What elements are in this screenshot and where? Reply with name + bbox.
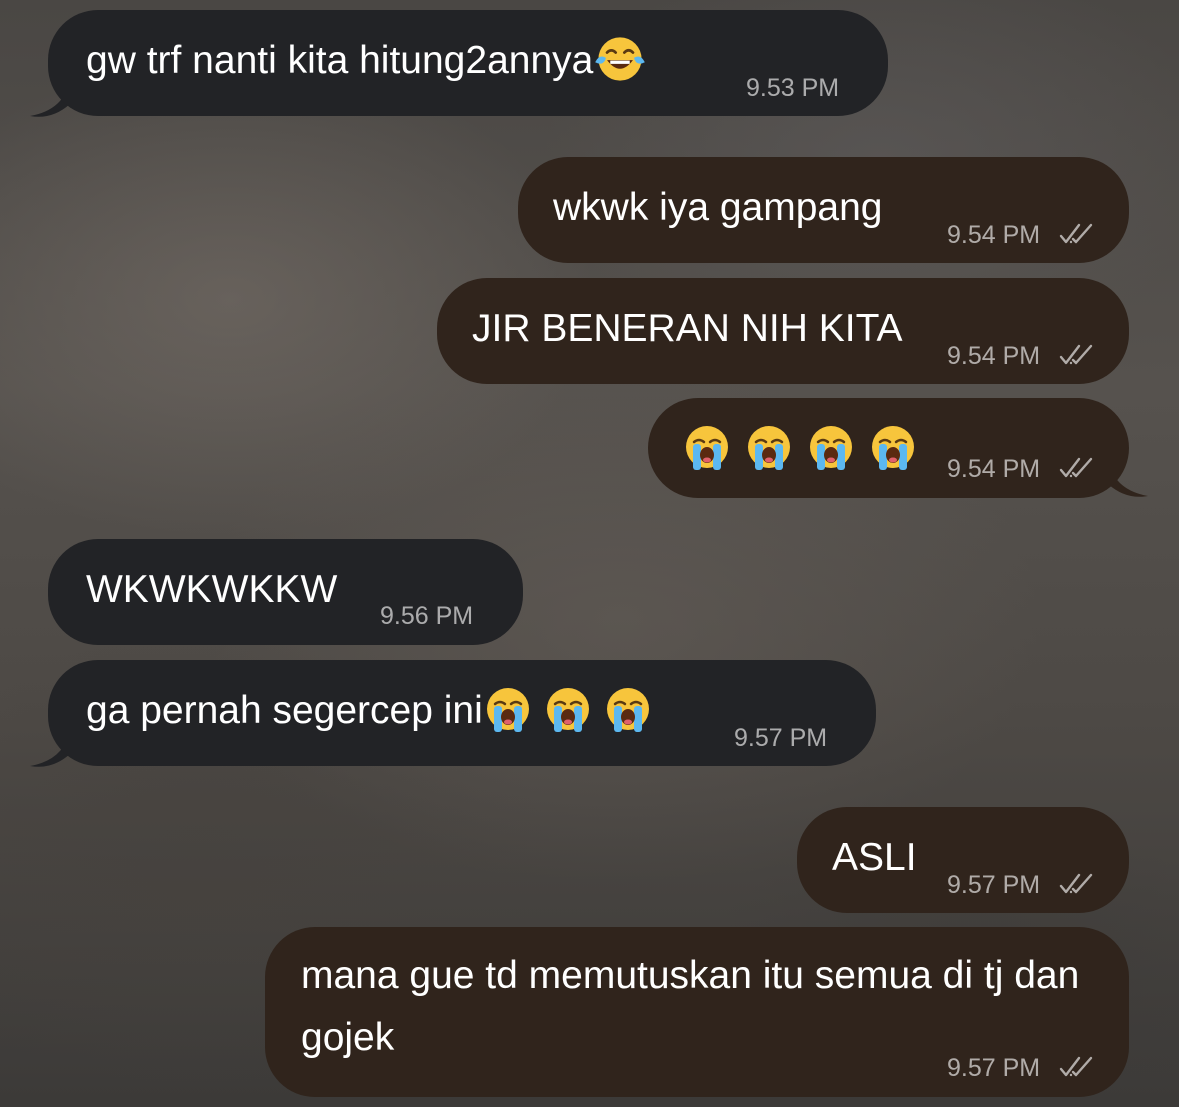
read-receipt-icon [1059, 457, 1095, 479]
message-text-content: gw trf nanti kita hitung2annya [86, 39, 594, 82]
message-timestamp: 9.57 PM [947, 1054, 1041, 1082]
message-text: wkwk iya gampang [553, 186, 883, 229]
message-timestamp: 9.57 PM [734, 724, 828, 752]
message-timestamp: 9.54 PM [947, 221, 1041, 249]
loudly-crying-emoji [806, 422, 856, 472]
read-receipt-icon [1059, 223, 1095, 245]
loudly-crying-emoji [603, 684, 653, 734]
message-bubble-outgoing[interactable]: ASLI 9.57 PM [797, 807, 1129, 913]
loudly-crying-emoji [868, 422, 918, 472]
message-text: gw trf nanti kita hitung2annya [86, 30, 651, 92]
message-timestamp: 9.54 PM [947, 455, 1041, 483]
message-emojis [682, 418, 922, 480]
chat-history: gw trf nanti kita hitung2annya 9.53 PM w… [0, 0, 1179, 1107]
read-receipt-icon [1059, 344, 1095, 366]
loudly-crying-emoji [543, 684, 593, 734]
joy-emoji [593, 32, 647, 86]
loudly-crying-emoji [744, 422, 794, 472]
message-timestamp: 9.57 PM [947, 871, 1041, 899]
message-bubble-incoming[interactable]: gw trf nanti kita hitung2annya 9.53 PM [48, 10, 888, 116]
message-bubble-outgoing[interactable]: JIR BENERAN NIH KITA 9.54 PM [437, 278, 1129, 384]
read-receipt-icon [1059, 873, 1095, 895]
message-timestamp: 9.56 PM [380, 602, 474, 630]
message-text: WKWKWKKW [86, 568, 338, 611]
message-timestamp: 9.53 PM [746, 74, 840, 102]
message-text: ASLI [832, 836, 917, 879]
read-receipt-icon [1059, 1056, 1095, 1078]
message-bubble-incoming[interactable]: ga pernah segercep ini 9.57 PM [48, 660, 876, 766]
loudly-crying-emoji [682, 422, 732, 472]
message-text-content: ga pernah segercep ini [86, 689, 483, 732]
message-bubble-incoming[interactable]: WKWKWKKW 9.56 PM [48, 539, 523, 645]
message-text: JIR BENERAN NIH KITA [472, 307, 903, 350]
message-timestamp: 9.54 PM [947, 342, 1041, 370]
message-bubble-outgoing[interactable]: 9.54 PM [648, 398, 1129, 498]
message-bubble-outgoing[interactable]: wkwk iya gampang 9.54 PM [518, 157, 1129, 263]
message-text: ga pernah segercep ini [86, 680, 657, 742]
message-bubble-outgoing[interactable]: mana gue td memutuskan itu semua di tj d… [265, 927, 1129, 1097]
message-text: mana gue td memutuskan itu semua di tj d… [301, 954, 1080, 1059]
loudly-crying-emoji [483, 684, 533, 734]
